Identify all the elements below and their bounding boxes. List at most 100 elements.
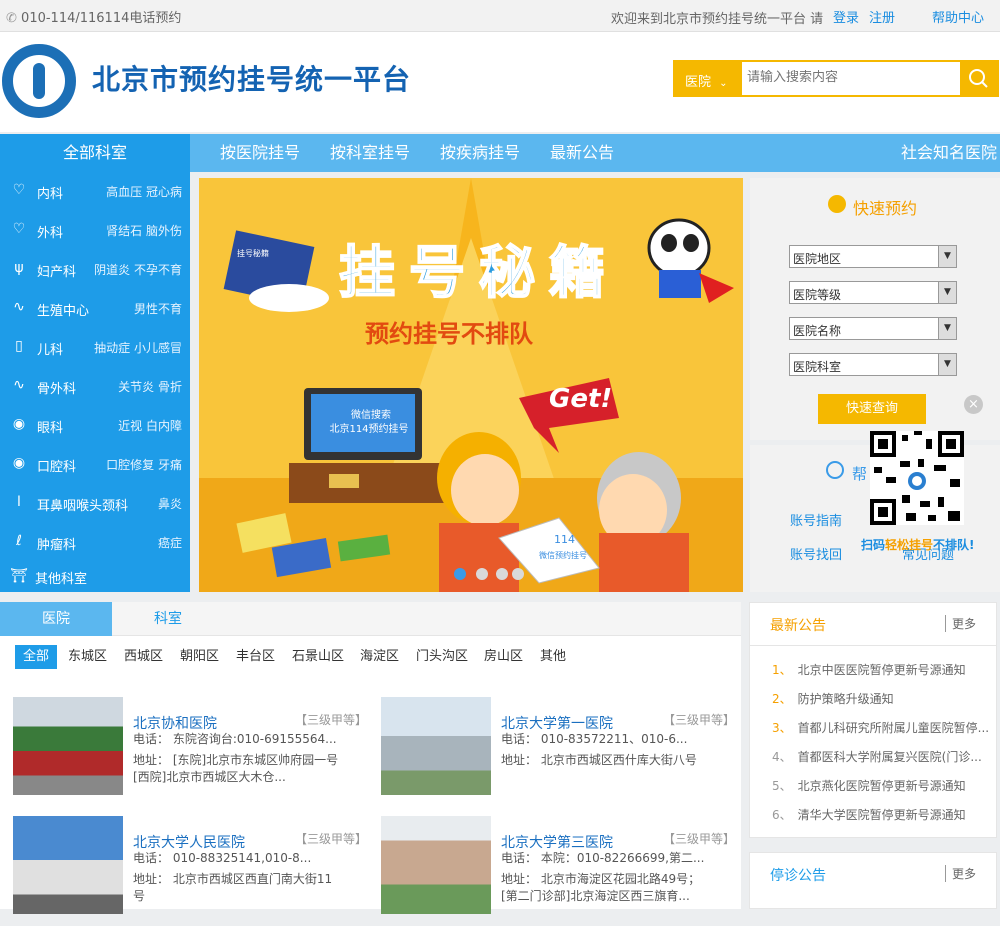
login-link[interactable]: 登录 <box>833 7 859 26</box>
hospital-photo[interactable] <box>13 697 123 795</box>
department-item[interactable]: ♡ 外科 肾结石 脑外伤 <box>0 211 190 250</box>
hospital-level: 【三级甲等】 <box>295 713 368 727</box>
banner-title: 挂号秘籍 <box>338 240 619 307</box>
calendar-icon <box>828 195 846 213</box>
welcome-text: 欢迎来到北京市预约挂号统一平台 请 <box>611 12 824 27</box>
suspension-panel: 停诊公告 更多 <box>749 852 997 909</box>
district-filter[interactable]: 其他 <box>532 645 574 669</box>
department-item[interactable]: ∿ 生殖中心 男性不育 <box>0 289 190 328</box>
quick-search-button[interactable]: 快速查询 <box>818 394 926 424</box>
bone-icon: ∿ <box>13 377 25 393</box>
nav-by-disease[interactable]: 按疾病挂号 <box>440 134 520 172</box>
news-item[interactable]: 1、 北京中医医院暂停更新号源通知 <box>772 661 966 678</box>
hospital-photo[interactable] <box>13 816 123 914</box>
hospital-card[interactable]: 北京大学第三医院 【三级甲等】 电话： 本院：010-82266699,第二..… <box>381 816 741 926</box>
search-bar: 医院 ⌄ <box>673 60 999 97</box>
hospital-address: 地址： 北京市西城区西什库大街八号 <box>501 753 697 767</box>
hospital-address-2: [第二门诊部]北京海淀区西三旗育... <box>501 889 690 903</box>
paper-number: 114 <box>554 533 575 546</box>
ear-icon: ا <box>17 494 21 510</box>
hospital-phone: 电话： 本院：010-82266699,第二... <box>501 851 705 865</box>
hospital-name-select[interactable]: 医院名称 ▼ <box>789 317 957 340</box>
uterus-icon: ψ <box>14 260 24 276</box>
hospital-address: 地址： [东院]北京市东城区帅府园一号 <box>133 753 339 767</box>
search-type-select[interactable]: 医院 ⌄ <box>675 62 742 95</box>
department-item[interactable]: ▯ 儿科 抽动症 小儿感冒 <box>0 328 190 367</box>
region-select[interactable]: 医院地区 ▼ <box>789 245 957 268</box>
department-item[interactable]: ⛩ 其他科室 <box>0 562 190 592</box>
news-item[interactable]: 4、 首都医科大学附属复兴医院(门诊... <box>772 748 982 765</box>
district-filter[interactable]: 海淀区 <box>352 645 407 669</box>
department-item[interactable]: ◉ 眼科 近视 白内障 <box>0 406 190 445</box>
phone-number: 010-114/116114电话预约 <box>21 11 182 26</box>
district-filter[interactable]: 门头沟区 <box>408 645 476 669</box>
department-item[interactable]: ∿ 骨外科 关节炎 骨折 <box>0 367 190 406</box>
news-item[interactable]: 2、 防护策略升级通知 <box>772 690 894 707</box>
close-icon[interactable]: × <box>964 395 983 414</box>
carousel-dot[interactable] <box>496 568 508 580</box>
department-item[interactable]: ا 耳鼻咽喉头颈科 鼻炎 <box>0 484 190 523</box>
nav-famous-hospitals[interactable]: 社会知名医院 <box>901 134 997 172</box>
tab-hospital[interactable]: 医院 <box>0 602 112 636</box>
promo-banner[interactable]: 挂号秘籍 预约挂号不排队 微信搜索 北京114预约挂号 Get! 挂号秘籍 11… <box>199 178 743 592</box>
news-panel: 最新公告 更多 1、 北京中医医院暂停更新号源通知 2、 防护策略升级通知 3、 首都… <box>749 602 997 838</box>
news-item[interactable]: 6、 清华大学医院暂停更新号源通知 <box>772 806 966 823</box>
district-filter-all[interactable]: 全部 <box>15 645 58 669</box>
qr-caption: 扫码轻松挂号不排队! <box>861 538 975 552</box>
district-filter[interactable]: 西城区 <box>116 645 171 669</box>
top-bar: ✆ 010-114/116114电话预约 欢迎来到北京市预约挂号统一平台 请 登… <box>0 0 1000 32</box>
district-filter[interactable]: 东城区 <box>60 645 115 669</box>
heart-rate-icon: ♡ <box>12 182 26 198</box>
hospital-photo[interactable] <box>381 816 491 914</box>
carousel-dot[interactable] <box>512 568 524 580</box>
help-center-link[interactable]: 帮助中心 <box>932 7 984 26</box>
qr-code <box>870 431 964 525</box>
hospital-card[interactable]: 北京大学人民医院 【三级甲等】 电话： 010-88325141,010-8..… <box>13 816 373 926</box>
level-select[interactable]: 医院等级 ▼ <box>789 281 957 304</box>
hospital-phone: 电话： 010-88325141,010-8... <box>133 851 312 865</box>
carousel-dot[interactable] <box>476 568 488 580</box>
paper-text: 微信预约挂号 <box>539 551 587 560</box>
register-link[interactable]: 注册 <box>869 7 895 26</box>
search-input[interactable] <box>747 70 947 85</box>
department-item[interactable]: ℓ 肿瘤科 癌症 <box>0 523 190 562</box>
department-item[interactable]: ◉ 口腔科 口腔修复 牙痛 <box>0 445 190 484</box>
news-item[interactable]: 3、 首都儿科研究所附属儿童医院暂停... <box>772 719 989 736</box>
hospital-level: 【三级甲等】 <box>663 832 736 846</box>
hospital-photo[interactable] <box>381 697 491 795</box>
mouth-icon: ◉ <box>12 455 26 471</box>
hospital-card[interactable]: 北京协和医院 【三级甲等】 电话： 东院咨询台:010-69155564... … <box>13 697 373 807</box>
tab-department[interactable]: 科室 <box>112 602 224 636</box>
hospital-level: 【三级甲等】 <box>663 713 736 727</box>
hospital-address-2: [西院]北京市西城区大木仓... <box>133 770 286 784</box>
search-button[interactable] <box>960 62 997 95</box>
nav-announcements[interactable]: 最新公告 <box>550 134 614 172</box>
news-more-link[interactable]: 更多 <box>945 615 976 632</box>
district-filter[interactable]: 朝阳区 <box>172 645 227 669</box>
district-filter[interactable]: 石景山区 <box>284 645 352 669</box>
all-departments-button[interactable]: 全部科室 <box>0 134 190 172</box>
news-item[interactable]: 5、 北京燕化医院暂停更新号源通知 <box>772 777 966 794</box>
district-filter[interactable]: 房山区 <box>476 645 531 669</box>
department-item[interactable]: ψ 妇产科 阴道炎 不孕不育 <box>0 250 190 289</box>
hospital-level: 【三级甲等】 <box>295 832 368 846</box>
account-guide-link[interactable]: 账号指南 <box>790 510 842 529</box>
district-filter[interactable]: 丰台区 <box>228 645 283 669</box>
department-item[interactable]: ♡ 内科 高血压 冠心病 <box>0 172 190 211</box>
help-icon <box>826 461 844 479</box>
department-select[interactable]: 医院科室 ▼ <box>789 353 957 376</box>
reproduction-icon: ∿ <box>13 299 25 315</box>
phone-info: ✆ 010-114/116114电话预约 <box>6 7 181 26</box>
account-recovery-link[interactable]: 账号找回 <box>790 544 842 563</box>
nav-by-department[interactable]: 按科室挂号 <box>330 134 410 172</box>
chevron-down-icon: ▼ <box>938 318 956 339</box>
nav-by-hospital[interactable]: 按医院挂号 <box>220 134 300 172</box>
divider <box>750 645 996 646</box>
search-type-label: 医院 <box>685 75 712 90</box>
hospital-card[interactable]: 北京大学第一医院 【三级甲等】 电话： 010-83572211、010-6..… <box>381 697 741 807</box>
hospital-address: 地址： 北京市海淀区花园北路49号； <box>501 872 701 886</box>
suspension-more-link[interactable]: 更多 <box>945 865 976 882</box>
carousel-dot-active[interactable] <box>454 568 466 580</box>
site-title: 北京市预约挂号统一平台 <box>92 63 412 96</box>
chevron-down-icon: ⌄ <box>719 78 728 89</box>
